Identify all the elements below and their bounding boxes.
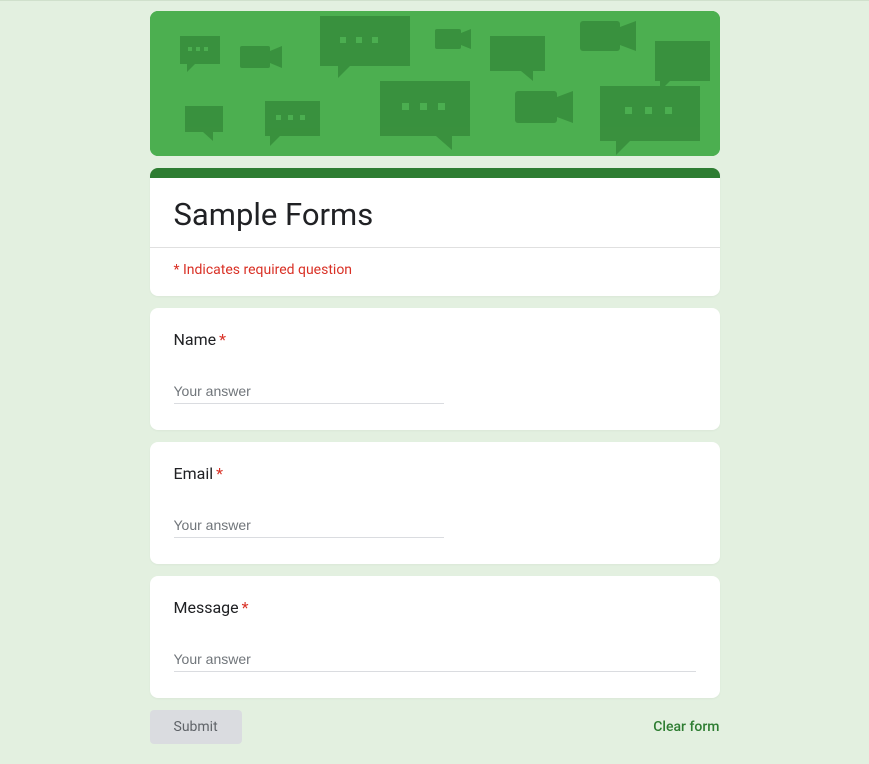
question-card-name: Name * (150, 308, 720, 430)
actions-row: Submit Clear form (150, 710, 720, 744)
question-label-name: Name * (174, 330, 696, 349)
question-card-email: Email * (150, 442, 720, 564)
header-banner (150, 11, 720, 156)
submit-button[interactable]: Submit (150, 710, 242, 744)
form-title: Sample Forms (174, 196, 696, 233)
question-label-email: Email * (174, 464, 696, 483)
email-input[interactable] (174, 513, 444, 538)
clear-form-button[interactable]: Clear form (653, 719, 719, 735)
form-container: Sample Forms * Indicates required questi… (150, 11, 720, 764)
required-star: * (216, 464, 223, 483)
label-text-message: Message (174, 598, 239, 617)
question-card-message: Message * (150, 576, 720, 698)
title-card: Sample Forms * Indicates required questi… (150, 168, 720, 296)
message-input[interactable] (174, 647, 696, 672)
name-input[interactable] (174, 379, 444, 404)
required-star: * (219, 330, 226, 349)
required-notice: * Indicates required question (150, 248, 720, 296)
required-star: * (242, 598, 249, 617)
label-text-email: Email (174, 464, 214, 483)
label-text-name: Name (174, 330, 217, 349)
question-label-message: Message * (174, 598, 696, 617)
banner-illustration (150, 11, 720, 156)
